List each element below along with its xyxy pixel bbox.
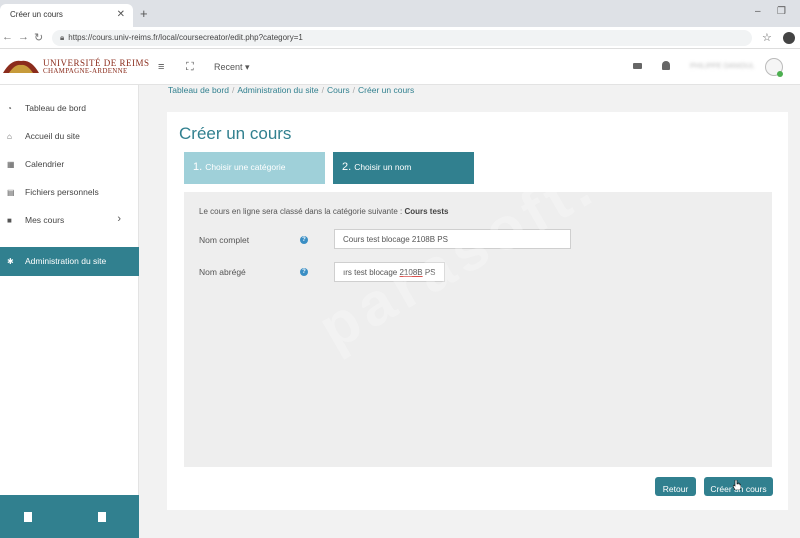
- notifications-bell-icon[interactable]: [662, 61, 670, 70]
- crest-icon: [3, 60, 39, 73]
- sidebar-item-label: Tableau de bord: [25, 103, 86, 113]
- address-bar: ← → ↻ 🔒︎ https://cours.univ-reims.fr/loca…: [0, 27, 800, 49]
- back-button[interactable]: Retour: [655, 477, 696, 496]
- home-icon: ⌂: [7, 132, 12, 141]
- forward-arrow-icon[interactable]: →: [18, 31, 29, 43]
- gear-icon: ✱: [7, 257, 14, 266]
- sidebar-footer: [0, 495, 139, 538]
- sidebar-item-label: Mes cours: [25, 215, 65, 225]
- sidebar-item-label: Calendrier: [25, 159, 65, 169]
- shortname-value-part: PS: [422, 268, 436, 277]
- step-choose-name[interactable]: 2. Choisir un nom: [333, 152, 474, 184]
- step-label: Choisir un nom: [354, 162, 412, 172]
- online-status-icon: [777, 71, 783, 77]
- step-number: 1.: [193, 161, 203, 173]
- restore-icon[interactable]: ❐: [777, 6, 786, 17]
- sidebar-item-calendar[interactable]: ▦ Calendrier: [0, 154, 139, 176]
- minimize-icon[interactable]: –: [755, 6, 761, 17]
- files-icon: ▤: [7, 188, 15, 197]
- fullscreen-icon[interactable]: ⛶: [186, 61, 194, 74]
- url-input[interactable]: 🔒︎ https://cours.univ-reims.fr/local/cour…: [52, 30, 752, 46]
- calendar-icon: ▦: [7, 160, 15, 169]
- fullname-label: Nom complet: [199, 235, 250, 245]
- hand-cursor-icon: [733, 480, 741, 490]
- sidebar-item-site-admin[interactable]: ✱ Administration du site: [0, 247, 139, 276]
- category-info-text: Le cours en ligne sera classé dans la ca…: [199, 207, 405, 216]
- sidebar-item-label: Accueil du site: [25, 131, 80, 141]
- page-title: Créer un cours: [179, 124, 292, 143]
- sidebar-item-home[interactable]: ⌂ Accueil du site: [0, 126, 139, 148]
- bookmark-star-icon[interactable]: ☆: [762, 31, 772, 44]
- chevron-right-icon: ›: [117, 213, 121, 225]
- new-tab-button[interactable]: +: [140, 6, 148, 21]
- step-number: 2.: [342, 161, 352, 173]
- tab-title: Créer un cours: [10, 10, 63, 19]
- help-icon[interactable]: ?: [300, 236, 308, 244]
- messages-icon[interactable]: [633, 63, 642, 69]
- close-tab-icon[interactable]: ✕: [117, 9, 125, 20]
- breadcrumb-item[interactable]: Cours: [327, 85, 350, 95]
- document-icon[interactable]: [24, 512, 32, 522]
- sidebar-item-label: Administration du site: [25, 256, 107, 266]
- university-logo[interactable]: UNIVERSITÉ DE REIMS CHAMPAGNE-ARDENNE: [3, 57, 149, 77]
- category-info: Le cours en ligne sera classé dans la ca…: [199, 207, 448, 216]
- sidebar-item-dashboard[interactable]: ◔ Tableau de bord: [0, 98, 139, 120]
- courses-icon: ■: [7, 216, 12, 225]
- browser-tab-bar: Créer un cours ✕ + – ❐: [0, 0, 800, 27]
- site-navbar: UNIVERSITÉ DE REIMS CHAMPAGNE-ARDENNE ≡ …: [0, 49, 800, 85]
- browser-tab[interactable]: Créer un cours ✕: [0, 4, 133, 27]
- fullname-value: Cours test blocage 2108B PS: [343, 235, 448, 244]
- logo-line-2: CHAMPAGNE-ARDENNE: [43, 67, 128, 75]
- shortname-label: Nom abrégé: [199, 267, 246, 277]
- sidebar-item-files[interactable]: ▤ Fichiers personnels: [0, 182, 139, 204]
- breadcrumb-item[interactable]: Créer un cours: [358, 85, 414, 95]
- user-name[interactable]: PHILIPPE DANIOUL: [690, 63, 755, 70]
- shortname-value-part: ırs test blocage: [343, 268, 400, 277]
- recent-menu[interactable]: Recent ▾: [214, 62, 250, 73]
- step-choose-category[interactable]: 1. Choisir une catégorie: [184, 152, 325, 184]
- breadcrumb-item[interactable]: Tableau de bord: [168, 85, 229, 95]
- notebook-icon[interactable]: [98, 512, 106, 522]
- fullname-input[interactable]: Cours test blocage 2108B PS: [334, 229, 571, 249]
- hamburger-menu-icon[interactable]: ≡: [158, 61, 164, 73]
- sidebar-item-label: Fichiers personnels: [25, 187, 99, 197]
- account-icon[interactable]: [783, 32, 795, 44]
- shortname-value-misspelled: 2108B: [399, 268, 423, 277]
- category-name: Cours tests: [404, 207, 449, 216]
- help-icon[interactable]: ?: [300, 268, 308, 276]
- shortname-input[interactable]: ırs test blocage 2108B PS: [334, 262, 445, 282]
- breadcrumb-item[interactable]: Administration du site: [237, 85, 318, 95]
- back-arrow-icon[interactable]: ←: [2, 31, 13, 43]
- sidebar-item-my-courses[interactable]: ■ Mes cours ›: [0, 210, 139, 232]
- sidebar: ◔ Tableau de bord ⌂ Accueil du site ▦ Ca…: [0, 85, 139, 538]
- lock-icon: 🔒︎: [60, 33, 65, 42]
- dashboard-icon: ◔: [7, 104, 12, 113]
- step-label: Choisir une catégorie: [205, 162, 286, 172]
- url-text: https://cours.univ-reims.fr/local/course…: [68, 33, 303, 42]
- reload-icon[interactable]: ↻: [34, 31, 43, 44]
- breadcrumb: Tableau de bord / Administration du site / C…: [168, 85, 415, 95]
